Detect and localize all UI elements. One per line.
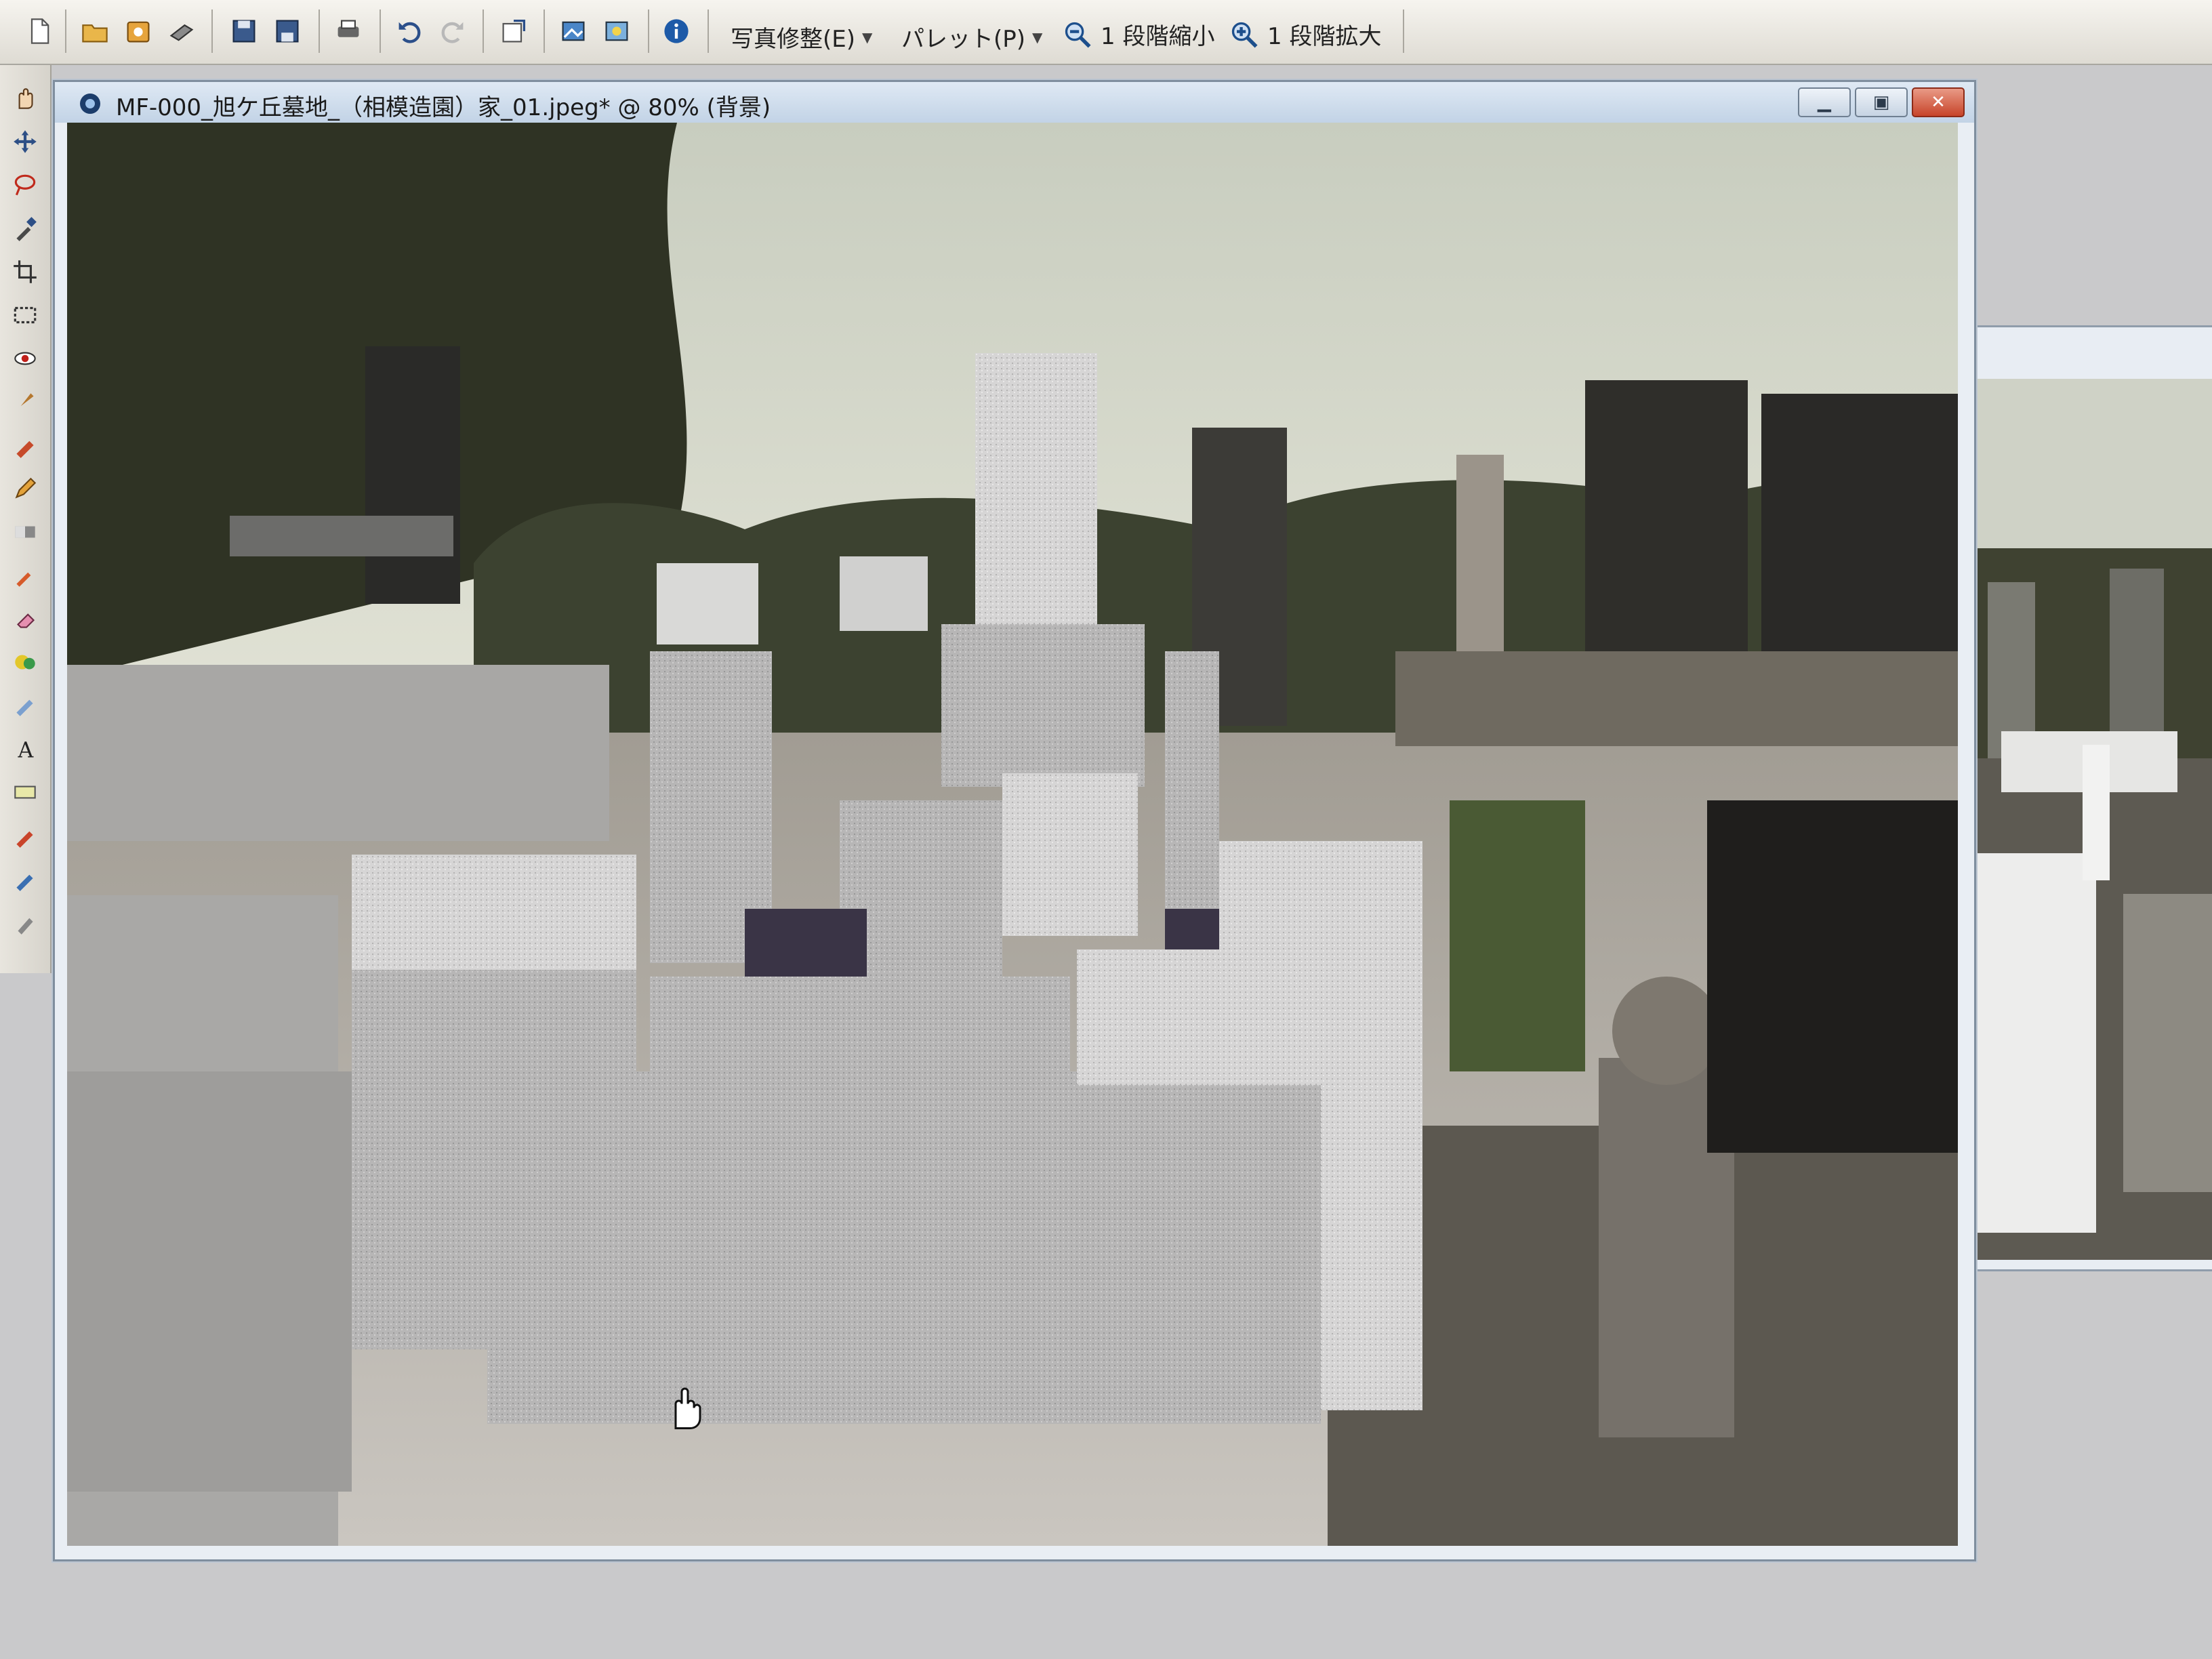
save-as-icon[interactable]	[268, 12, 306, 50]
image-canvas[interactable]	[67, 123, 1958, 1546]
paint-bucket-icon[interactable]	[4, 556, 46, 595]
zoom-out-icon	[1065, 22, 1091, 48]
zoom-in-button[interactable]: 1 段階拡大	[1229, 18, 1381, 51]
close-button[interactable]: ✕	[1912, 87, 1965, 117]
sponge-tool-icon[interactable]	[4, 859, 46, 899]
smudge-tool-icon[interactable]	[4, 903, 46, 942]
chevron-down-icon: ▼	[862, 28, 873, 45]
zoom-in-icon	[1231, 22, 1258, 48]
minimize-button[interactable]: ▁	[1798, 87, 1851, 117]
open-folder-icon[interactable]	[76, 12, 114, 50]
sharpen-tool-icon[interactable]	[4, 686, 46, 725]
hand-tool-icon[interactable]	[4, 79, 46, 118]
zoom-out-label: 1 段階縮小	[1101, 23, 1215, 50]
palette-menu-label: パレット(P)	[901, 26, 1026, 53]
red-eye-tool-icon[interactable]	[4, 339, 46, 378]
document-icon	[80, 94, 100, 114]
chevron-down-icon: ▼	[1032, 28, 1043, 45]
eraser-tool-icon[interactable]	[4, 599, 46, 638]
brush-tool-icon[interactable]	[4, 382, 46, 422]
window-titlebar[interactable]: MF-000_旭ケ丘墓地_（相模造園）家_01.jpeg* @ 80% (背景)…	[55, 82, 1974, 123]
rectangle-select-icon[interactable]	[4, 295, 46, 335]
text-tool-icon[interactable]: A	[4, 729, 46, 769]
image-window[interactable]: MF-000_旭ケ丘墓地_（相模造園）家_01.jpeg* @ 80% (背景)…	[53, 80, 1976, 1561]
move-tool-icon[interactable]	[4, 122, 46, 161]
adjust-icon[interactable]	[554, 12, 592, 50]
scan-icon[interactable]	[163, 12, 201, 50]
burn-tool-icon[interactable]	[4, 816, 46, 855]
secondary-image-canvas	[1974, 379, 2212, 1260]
gradient-tool-icon[interactable]	[4, 512, 46, 552]
adjust2-icon[interactable]	[598, 12, 636, 50]
secondary-image-window[interactable]	[1972, 325, 2212, 1271]
crop-tool-icon[interactable]	[4, 252, 46, 291]
save-icon[interactable]	[225, 12, 263, 50]
eyedropper-tool-icon[interactable]	[4, 209, 46, 248]
svg-text:A: A	[18, 739, 35, 763]
palette-menu[interactable]: パレット(P) ▼	[901, 20, 1042, 54]
clone-tool-icon[interactable]	[4, 426, 46, 465]
pencil-tool-icon[interactable]	[4, 469, 46, 508]
undo-icon[interactable]	[390, 12, 428, 50]
tool-panel: A	[0, 65, 52, 973]
main-toolbar: 写真修整(E) ▼ パレット(P) ▼ 1 段階縮小 1 段階拡大	[0, 0, 2212, 65]
cemetery-photo	[67, 123, 1958, 1546]
redo-icon[interactable]	[434, 12, 472, 50]
print-icon[interactable]	[329, 12, 367, 50]
new-file-icon[interactable]	[20, 12, 58, 50]
browse-icon[interactable]	[119, 12, 157, 50]
zoom-in-label: 1 段階拡大	[1267, 23, 1382, 50]
info-icon[interactable]	[657, 12, 695, 50]
dodge-tool-icon[interactable]	[4, 773, 46, 812]
shape-tool-icon[interactable]	[4, 642, 46, 682]
photo-edit-menu[interactable]: 写真修整(E) ▼	[731, 20, 872, 54]
resize-icon[interactable]	[495, 12, 533, 50]
lasso-tool-icon[interactable]	[4, 165, 46, 205]
photo-edit-menu-label: 写真修整(E)	[731, 26, 856, 53]
window-title: MF-000_旭ケ丘墓地_（相模造園）家_01.jpeg* @ 80% (背景)	[116, 94, 771, 121]
hand-cursor-icon	[674, 1387, 701, 1429]
zoom-out-button[interactable]: 1 段階縮小	[1063, 18, 1214, 51]
maximize-button[interactable]: ▣	[1855, 87, 1908, 117]
